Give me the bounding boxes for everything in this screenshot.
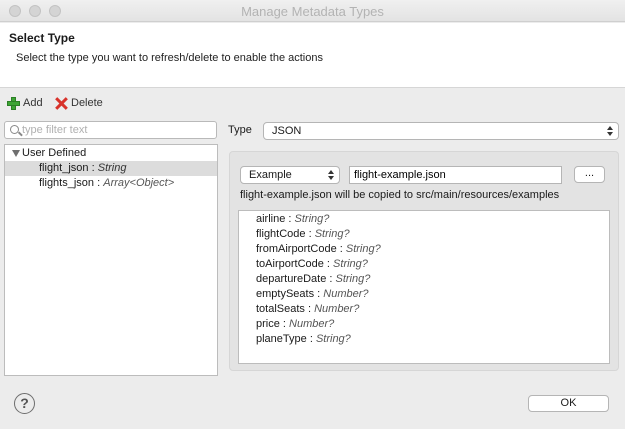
delete-button-label: Delete	[71, 97, 103, 109]
page-title: Select Type	[9, 31, 75, 45]
field-row[interactable]: departureDate : String?	[256, 272, 370, 287]
field-row[interactable]: toAirportCode : String?	[256, 257, 368, 272]
dialog-header: Select Type Select the type you want to …	[0, 23, 625, 88]
field-name: toAirportCode	[256, 258, 324, 270]
tree-item-type: Array<Object>	[103, 177, 175, 189]
ok-button[interactable]: OK	[528, 395, 609, 412]
field-name: emptySeats	[256, 288, 315, 300]
expand-triangle-icon[interactable]	[12, 150, 20, 157]
field-row[interactable]: planeType : String?	[256, 332, 351, 347]
field-name: price	[256, 318, 280, 330]
delete-button[interactable]: Delete	[55, 95, 103, 111]
tree-item[interactable]: flights_json : Array<Object>	[5, 176, 217, 191]
field-name: fromAirportCode	[256, 243, 337, 255]
help-icon[interactable]: ?	[14, 393, 35, 414]
plus-icon	[7, 96, 20, 110]
field-row[interactable]: flightCode : String?	[256, 227, 350, 242]
field-type: String?	[294, 213, 330, 225]
copy-hint-text: flight-example.json will be copied to sr…	[240, 189, 560, 201]
fields-list: airline : String? flightCode : String? f…	[238, 210, 610, 364]
tree-item-type: String	[97, 162, 127, 174]
field-name: planeType	[256, 333, 307, 345]
tree-item[interactable]: flight_json : String	[5, 161, 217, 176]
type-label: Type	[228, 124, 252, 136]
field-type: String?	[345, 243, 381, 255]
field-type: String?	[333, 258, 368, 270]
field-name: totalSeats	[256, 303, 305, 315]
tree-item-name: flights_json	[39, 177, 95, 189]
title-bar: Manage Metadata Types	[0, 0, 625, 22]
window-title: Manage Metadata Types	[241, 4, 384, 19]
add-button[interactable]: Add	[7, 95, 43, 111]
field-name: departureDate	[256, 273, 327, 285]
field-name: airline	[256, 213, 286, 225]
header-description: Select the type you want to refresh/dele…	[16, 52, 323, 64]
type-tree: User Defined flight_json : String flight…	[4, 144, 218, 376]
select-arrows-icon	[607, 124, 615, 138]
field-type: Number?	[289, 318, 335, 330]
field-type: String?	[315, 333, 351, 345]
field-row[interactable]: airline : String?	[256, 212, 329, 227]
tree-group-user-defined[interactable]: User Defined	[5, 146, 217, 161]
tree-item-name: flight_json	[39, 162, 89, 174]
add-button-label: Add	[23, 97, 43, 109]
example-file-input[interactable]	[349, 166, 562, 184]
tree-group-label: User Defined	[22, 147, 87, 159]
browse-button[interactable]: ...	[574, 166, 605, 183]
filter-input[interactable]	[22, 123, 212, 137]
field-row[interactable]: fromAirportCode : String?	[256, 242, 381, 257]
field-type: Number?	[323, 288, 369, 300]
manage-metadata-types-dialog: Manage Metadata Types Select Type Select…	[0, 0, 625, 429]
field-type: String?	[314, 228, 350, 240]
field-row[interactable]: totalSeats : Number?	[256, 302, 359, 317]
example-mode-select[interactable]: Example	[240, 166, 340, 184]
type-select-value: JSON	[272, 125, 302, 137]
field-type: Number?	[314, 303, 360, 315]
filter-box	[4, 121, 217, 139]
field-type: String?	[335, 273, 371, 285]
select-arrows-icon	[328, 168, 336, 182]
field-name: flightCode	[256, 228, 306, 240]
field-row[interactable]: price : Number?	[256, 317, 334, 332]
delete-icon	[55, 97, 68, 110]
search-icon	[10, 125, 19, 134]
field-row[interactable]: emptySeats : Number?	[256, 287, 369, 302]
type-select[interactable]: JSON	[263, 122, 619, 140]
example-mode-value: Example	[249, 169, 292, 181]
